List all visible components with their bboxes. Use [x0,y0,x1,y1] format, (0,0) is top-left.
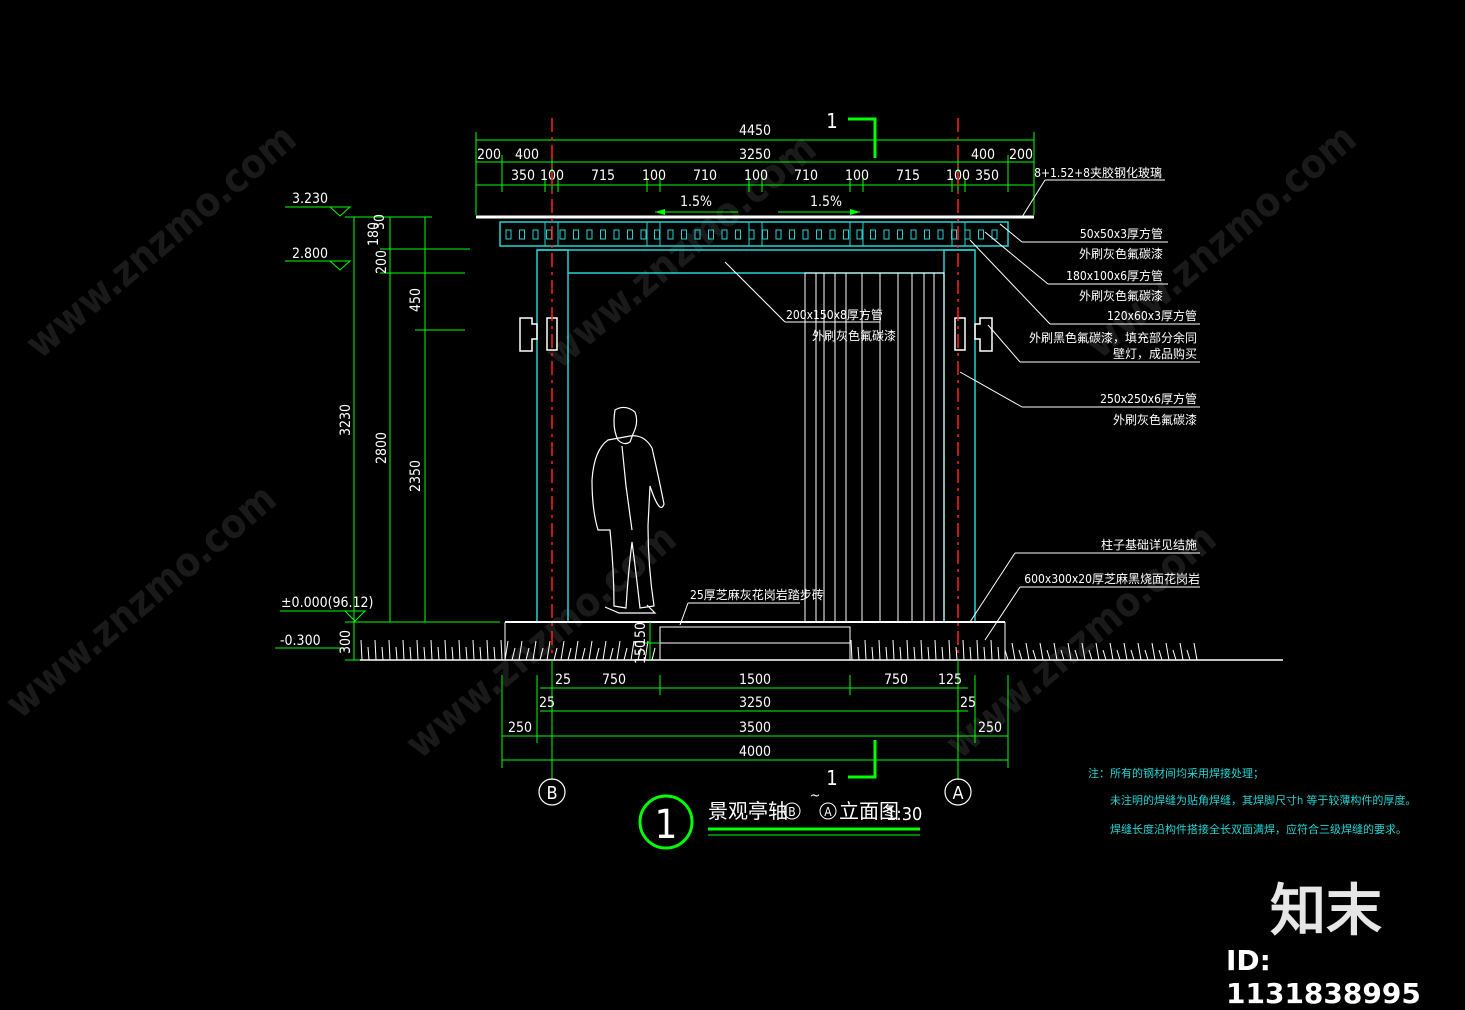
title-axis-a: A [824,805,832,819]
title-scale: 1:30 [886,804,922,825]
drawing-title: 1 景观亭轴 B ~ A 立面图 1:30 [638,788,922,850]
note-beam: 200x150x8厚方管 [786,307,883,322]
watermark-text: www.znzmo.com [1077,115,1365,367]
watermark-text: www.znzmo.com [537,125,825,377]
dim-label: 350 [511,168,535,184]
title-axis-b: B [788,805,795,819]
level-marks: 3.230 2.800 ±0.000(96.12) -0.300 [275,191,373,649]
dim-label: 750 [602,672,626,688]
level-base: -0.300 [280,633,321,649]
note-tube3: 120x60x3厚方管 [1107,308,1197,323]
title-text-a: 景观亭轴 [708,799,788,823]
level-beam: 2.800 [292,246,328,262]
slope-left: 1.5% [680,194,712,210]
dim-label: 1500 [739,672,771,688]
section-number: 1 [826,109,837,133]
note-tube2-finish: 外刷灰色氟碳漆 [1079,289,1163,303]
note-paving: 600x300x20厚芝麻黑烧面花岗岩 [1024,571,1200,586]
note-line-2: 未注明的焊缝为贴角焊缝，其焊脚尺寸h 等于较薄构件的厚度。 [1110,793,1416,807]
annotations: 8+1.52+8夹胶钢化玻璃 50x50x3厚方管 外刷灰色氟碳漆 180x10… [690,165,1200,602]
dim-label: 100 [744,168,768,184]
dim-label: 3250 [739,147,771,163]
wall-light-left [519,317,538,352]
dim-label: 25 [539,695,555,711]
wall-light-right [974,317,993,352]
dim-label: 750 [884,672,908,688]
dim-label: 710 [794,168,818,184]
section-number: 1 [826,766,837,790]
note-tube3-finish: 外刷黑色氟碳漆，填充部分余同 [1029,330,1197,345]
note-foundation: 柱子基础详见结施 [1101,537,1197,552]
slope-right: 1.5% [810,194,842,210]
section-mark-top: 1 [826,109,877,158]
dim-label: 250 [978,720,1002,736]
dim-label: 125 [938,672,962,688]
dim-label: 3500 [739,720,771,736]
screen-panel [804,272,945,623]
dim-label: 100 [642,168,666,184]
dim-label: 400 [971,147,995,163]
note-line-3: 焊缝长度沿构件搭接全长双面满焊，应符合三级焊缝的要求。 [1110,822,1407,836]
dim-label: 25 [960,695,976,711]
dim-label: 150 [633,640,649,664]
dim-label: 3230 [338,404,354,436]
bottom-dimension-labels: 25 750 1500 750 125 25 3250 25 250 3500 … [508,672,1002,760]
dim-label: 100 [845,168,869,184]
watermark-text: www.znzmo.com [0,475,285,727]
note-beam-finish: 外刷灰色氟碳漆 [812,329,896,343]
elevation-drawing: www.znzmo.com www.znzmo.com www.znzmo.co… [0,109,1416,850]
title-tilde: ~ [810,788,821,804]
note-column-finish: 外刷灰色氟碳漆 [1113,413,1197,427]
note-tube1: 50x50x3厚方管 [1080,226,1163,241]
watermark-text: www.znzmo.com [17,115,305,367]
note-line-1: 注：所有的钢材间均采用焊接处理； [1088,766,1264,780]
dim-label: 2800 [374,432,390,464]
title-number: 1 [655,802,678,848]
watermark-layer: www.znzmo.com www.znzmo.com www.znzmo.co… [0,115,1365,767]
roof-lattice [505,222,998,246]
dim-label: 300 [338,630,354,654]
dim-label: 250 [508,720,532,736]
dim-label: 200 [477,147,501,163]
note-step: 25厚芝麻灰花岗岩踏步砖 [690,587,824,602]
section-mark-bottom: 1 [826,740,877,790]
note-tube2: 180x100x6厚方管 [1066,268,1163,283]
cad-drawing: www.znzmo.com www.znzmo.com www.znzmo.co… [0,0,1465,1010]
general-notes: 注：所有的钢材间均采用焊接处理； 未注明的焊缝为贴角焊缝，其焊脚尺寸h 等于较薄… [1088,766,1416,836]
dim-label: 25 [555,672,571,688]
dim-label: 200 [1009,147,1033,163]
level-ground: ±0.000(96.12) [281,595,373,611]
dim-label: 200 [374,250,390,274]
dim-label: 4000 [739,744,771,760]
level-top: 3.230 [292,191,328,207]
note-column: 250x250x6厚方管 [1100,391,1197,406]
dim-label: 2350 [408,460,424,492]
dim-label: 715 [896,168,920,184]
brand-logo: 知末 [1270,879,1382,944]
image-id: ID: 1131838995 [1226,944,1421,1010]
note-tube1-finish: 外刷灰色氟碳漆 [1079,247,1163,261]
dim-label: 450 [408,288,424,312]
axis-label-a: A [952,783,963,804]
dim-label: 400 [515,147,539,163]
dim-label: 715 [591,168,615,184]
dim-label: 710 [693,168,717,184]
dim-label: 30 [372,214,388,230]
top-dimension-labels: 4450 200 400 3250 400 200 350 100 715 10… [477,123,1033,184]
column-right [943,249,976,623]
dim-label: 350 [975,168,999,184]
axis-label-b: B [546,783,557,804]
dim-overall: 4450 [739,123,771,139]
dim-label: 3250 [739,695,771,711]
note-glass: 8+1.52+8夹胶钢化玻璃 [1034,165,1162,180]
note-wall-light: 壁灯，成品购买 [1113,346,1197,361]
